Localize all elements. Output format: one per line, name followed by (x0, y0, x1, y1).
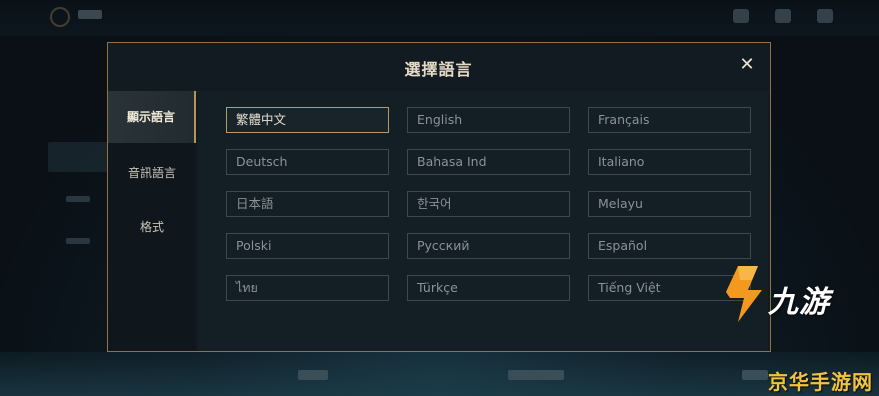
tab-display-language[interactable]: 顯示語言 (108, 91, 196, 143)
language-option-korean[interactable]: 한국어 (407, 191, 570, 217)
language-option-polish[interactable]: Polski (226, 233, 389, 259)
tab-audio-language[interactable]: 音訊語言 (108, 147, 196, 199)
language-option-italian[interactable]: Italiano (588, 149, 751, 175)
background-back-label (78, 10, 102, 19)
language-option-thai[interactable]: ไทย (226, 275, 389, 301)
background-back-icon (50, 7, 70, 27)
background-side-item (48, 142, 108, 172)
close-icon[interactable]: ✕ (738, 56, 756, 74)
dialog-header: 選擇語言 ✕ (108, 43, 769, 92)
watermark-brand: 九游 (768, 285, 830, 320)
tab-format[interactable]: 格式 (108, 201, 196, 253)
language-option-traditional-chinese[interactable]: 繁體中文 (226, 107, 389, 133)
settings-sidebar: 顯示語言 音訊語言 格式 (108, 91, 196, 351)
watermark-site: 京华手游网 (768, 370, 873, 394)
background-bottom-item (298, 370, 328, 380)
language-option-spanish[interactable]: Español (588, 233, 751, 259)
language-option-japanese[interactable]: 日本語 (226, 191, 389, 217)
background-top-icon (817, 9, 833, 23)
language-option-german[interactable]: Deutsch (226, 149, 389, 175)
background-top-icon (733, 9, 749, 23)
language-dialog: 選擇語言 ✕ 顯示語言 音訊語言 格式 繁體中文 English Françai… (107, 42, 771, 352)
language-option-indonesian[interactable]: Bahasa Ind (407, 149, 570, 175)
language-grid: 繁體中文 English Français Deutsch Bahasa Ind… (198, 91, 768, 351)
background-top-icon (775, 9, 791, 23)
background-bottom-item (742, 370, 768, 380)
background-side-line (66, 196, 90, 202)
language-option-turkish[interactable]: Türkçe (407, 275, 570, 301)
language-option-french[interactable]: Français (588, 107, 751, 133)
language-option-russian[interactable]: Русский (407, 233, 570, 259)
language-option-english[interactable]: English (407, 107, 570, 133)
dialog-title: 選擇語言 (404, 60, 473, 79)
background-bottom-item (508, 370, 564, 380)
language-option-malay[interactable]: Melayu (588, 191, 751, 217)
background-side-line (66, 238, 90, 244)
